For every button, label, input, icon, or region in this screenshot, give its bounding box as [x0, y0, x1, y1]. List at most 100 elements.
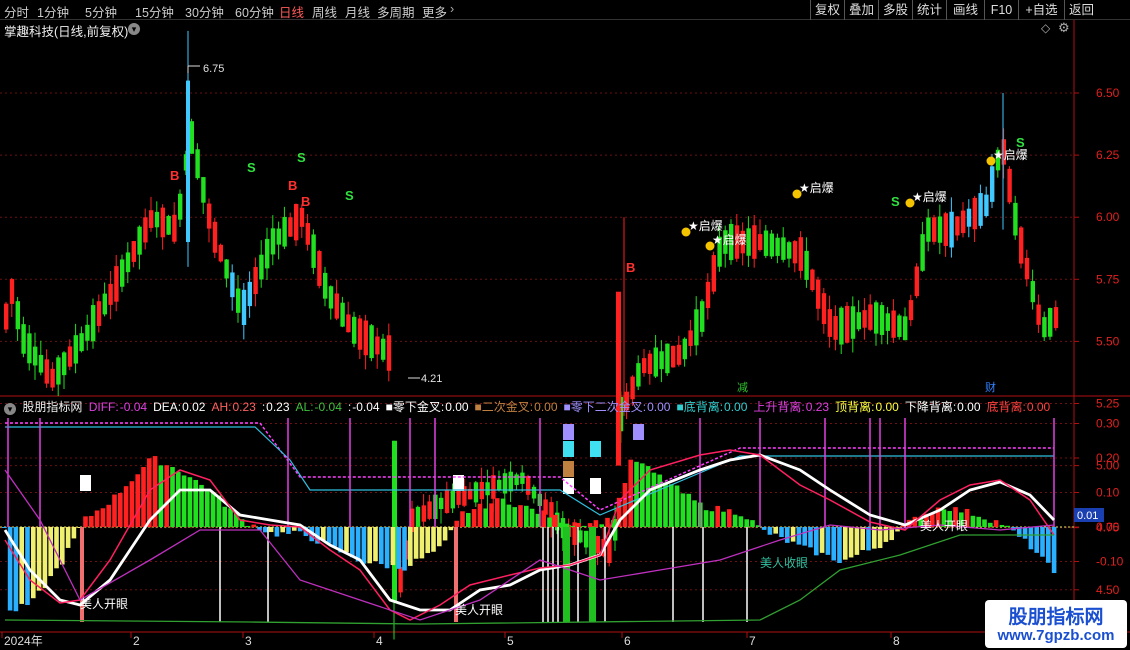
- candle-body: [787, 242, 792, 259]
- histogram-bar: [553, 514, 558, 527]
- histogram-bar: [13, 527, 19, 612]
- histogram-bar: [500, 498, 506, 527]
- lower-band: [4, 534, 1054, 625]
- candle-body: [531, 486, 537, 499]
- histogram-bar: [286, 527, 291, 534]
- histogram-bar: [796, 527, 802, 545]
- candle-body: [868, 304, 873, 330]
- date-label: 5: [507, 634, 514, 648]
- histogram-bar: [460, 511, 465, 527]
- indicator-label: ■底背离:: [676, 400, 724, 414]
- signal-bar: [563, 527, 570, 622]
- histogram-bar: [970, 515, 976, 527]
- candle-body: [636, 363, 641, 387]
- candle-body: [804, 250, 809, 280]
- candle-body: [984, 194, 989, 217]
- histogram-bar: [413, 527, 419, 559]
- candle-body: [694, 309, 699, 346]
- histogram-bar: [599, 524, 604, 527]
- candle-body: [1036, 304, 1041, 325]
- candle-body: [137, 226, 142, 255]
- histogram-bar: [437, 527, 442, 547]
- candle-body: [62, 352, 67, 376]
- candle-body: [798, 237, 803, 271]
- histogram-bar: [854, 527, 860, 555]
- candle-body: [352, 316, 357, 344]
- candle-body: [172, 214, 177, 242]
- histogram-bar: [419, 527, 425, 559]
- histogram-bar: [1046, 527, 1051, 563]
- candle-body: [705, 281, 711, 309]
- candle-body: [96, 301, 102, 326]
- candle-body: [120, 259, 125, 287]
- candle-body: [334, 293, 339, 319]
- date-label: 3: [245, 634, 252, 648]
- candle-body: [114, 266, 119, 302]
- candle-body: [288, 217, 293, 237]
- histogram-bar: [680, 493, 686, 527]
- watermark-title: 股朋指标网: [1008, 607, 1104, 628]
- buy-marker: B: [170, 168, 179, 183]
- indicator-label: DEA:: [153, 400, 182, 414]
- histogram-bar: [268, 527, 274, 533]
- candle-body: [73, 335, 78, 364]
- indicator-value-11: 顶背离:0.00: [835, 398, 902, 415]
- candle-body: [616, 291, 621, 466]
- candle-body: [491, 475, 496, 499]
- indicator-name[interactable]: 股朋指标网: [22, 398, 82, 415]
- candle-body: [357, 318, 363, 350]
- candle-body: [317, 251, 322, 286]
- candle-body: [154, 211, 160, 228]
- histogram-bar: [738, 516, 744, 527]
- signal-square: [80, 475, 91, 491]
- histogram-bar: [767, 527, 773, 535]
- candle-body: [9, 279, 15, 304]
- histogram-bar: [181, 475, 187, 527]
- price-tick-label: 6.50: [1096, 86, 1120, 100]
- histogram-bar: [982, 519, 987, 527]
- indicator-number: 0.00: [534, 400, 558, 414]
- histogram-bar: [976, 516, 981, 527]
- buy-marker: B: [288, 178, 297, 193]
- kline-and-indicator-chart: 6.506.256.005.755.505.255.004.754.506.75…: [0, 20, 1130, 648]
- candle-body: [874, 302, 879, 334]
- candle-body: [38, 354, 44, 373]
- indicator-series: [2, 418, 1057, 625]
- histogram-bar: [48, 527, 53, 577]
- histogram-bar: [326, 527, 332, 544]
- histogram-bar: [802, 527, 807, 546]
- histogram-bar: [193, 479, 198, 527]
- histogram-bar: [408, 527, 413, 566]
- histogram-bar: [674, 485, 680, 527]
- histogram-bar: [779, 527, 784, 538]
- histogram-bar: [205, 491, 210, 527]
- histogram-bar: [210, 492, 216, 527]
- candle-body: [630, 376, 635, 400]
- candle-body: [311, 234, 316, 268]
- histogram-bar: [518, 505, 523, 527]
- histogram-bar: [65, 527, 71, 548]
- candle-body: [676, 344, 682, 365]
- qibao-label: ★启爆: [993, 148, 1028, 162]
- histogram-bar: [454, 520, 459, 527]
- candle-body: [833, 316, 838, 340]
- candle-body: [688, 330, 693, 346]
- candle-body: [792, 241, 798, 264]
- indicator-value-4: AL:-0.04: [296, 400, 345, 414]
- histogram-bar: [587, 523, 593, 527]
- candle-body: [386, 335, 392, 371]
- candle-body: [810, 269, 815, 291]
- histogram-bar: [94, 510, 100, 527]
- histogram-bar: [1034, 527, 1039, 553]
- price-tick-label: 5.50: [1096, 334, 1120, 348]
- histogram-bar: [292, 527, 297, 531]
- chevron-down-icon[interactable]: ▾: [4, 403, 16, 415]
- candle-body: [856, 312, 861, 330]
- histogram-bar: [425, 527, 430, 554]
- candle-body: [972, 197, 977, 230]
- candlestick-series: [4, 30, 1059, 640]
- histogram-bar: [1022, 527, 1028, 539]
- candle-body: [363, 320, 368, 356]
- indicator-label: :: [261, 400, 266, 414]
- histogram-bar: [489, 503, 494, 527]
